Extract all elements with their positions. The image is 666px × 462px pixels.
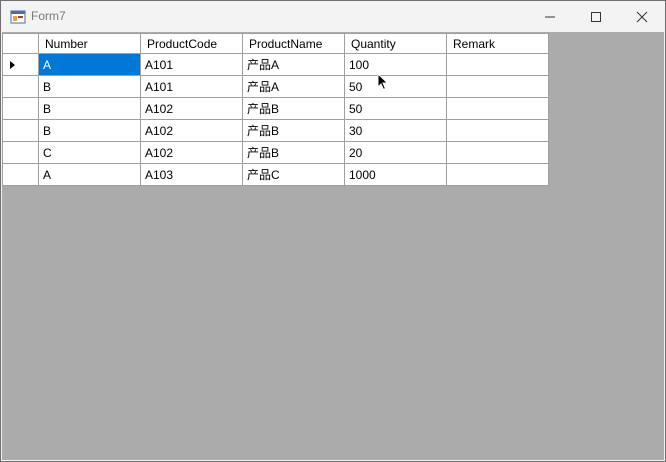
cell-remark[interactable] [446,53,549,76]
cell-product-code[interactable]: A101 [140,75,243,98]
cell-product-name[interactable]: 产品A [242,75,345,98]
cell-product-code[interactable]: A102 [140,119,243,142]
cell-number[interactable]: B [38,119,141,142]
column-header-number[interactable]: Number [38,33,141,54]
table-row[interactable]: A A103 产品C 1000 [2,163,549,186]
table-row[interactable]: B A101 产品A 50 [2,75,549,98]
row-header[interactable] [2,97,39,120]
cell-product-name[interactable]: 产品B [242,97,345,120]
close-button[interactable] [619,1,665,32]
cell-quantity[interactable]: 50 [344,75,447,98]
minimize-button[interactable] [527,1,573,32]
row-header[interactable] [2,163,39,186]
cell-number[interactable]: A [38,163,141,186]
close-icon [636,11,648,22]
cell-quantity[interactable]: 1000 [344,163,447,186]
current-row-arrow-icon [10,60,15,69]
cell-remark[interactable] [446,163,549,186]
column-header-product-name[interactable]: ProductName [242,33,345,54]
cell-quantity[interactable]: 100 [344,53,447,76]
top-left-header-cell[interactable] [2,33,39,54]
cell-remark[interactable] [446,141,549,164]
table-row[interactable]: B A102 产品B 30 [2,119,549,142]
table-row[interactable]: B A102 产品B 50 [2,97,549,120]
cell-number[interactable]: C [38,141,141,164]
column-header-product-code[interactable]: ProductCode [140,33,243,54]
window-title: Form7 [31,9,66,23]
cell-number[interactable]: B [38,97,141,120]
cell-product-name[interactable]: 产品B [242,141,345,164]
cell-remark[interactable] [446,75,549,98]
table-row[interactable]: A A101 产品A 100 [2,53,549,76]
cell-product-name[interactable]: 产品B [242,119,345,142]
data-grid-view[interactable]: Number ProductCode ProductName Quantity … [2,33,549,186]
maximize-button[interactable] [573,1,619,32]
cell-product-code[interactable]: A101 [140,53,243,76]
form-window: Form7 Number ProductCode ProductName Qua… [0,0,666,462]
cell-quantity[interactable]: 20 [344,141,447,164]
cell-product-name[interactable]: 产品C [242,163,345,186]
cell-number[interactable]: A [38,53,141,76]
cell-quantity[interactable]: 30 [344,119,447,142]
cell-number[interactable]: B [38,75,141,98]
cell-quantity[interactable]: 50 [344,97,447,120]
row-header[interactable] [2,75,39,98]
minimize-icon [545,16,555,17]
mouse-pointer-icon [377,73,389,91]
cell-remark[interactable] [446,97,549,120]
cell-product-code[interactable]: A102 [140,141,243,164]
maximize-icon [591,11,601,22]
table-row[interactable]: C A102 产品B 20 [2,141,549,164]
row-header[interactable] [2,119,39,142]
cell-product-code[interactable]: A102 [140,97,243,120]
title-bar[interactable]: Form7 [1,1,665,32]
row-header[interactable] [2,53,39,76]
cell-remark[interactable] [446,119,549,142]
grid-header-row: Number ProductCode ProductName Quantity … [2,33,549,54]
form-client-area: Number ProductCode ProductName Quantity … [2,32,664,460]
cell-product-name[interactable]: 产品A [242,53,345,76]
app-form-icon [10,10,26,24]
cell-product-code[interactable]: A103 [140,163,243,186]
row-header[interactable] [2,141,39,164]
column-header-remark[interactable]: Remark [446,33,549,54]
column-header-quantity[interactable]: Quantity [344,33,447,54]
